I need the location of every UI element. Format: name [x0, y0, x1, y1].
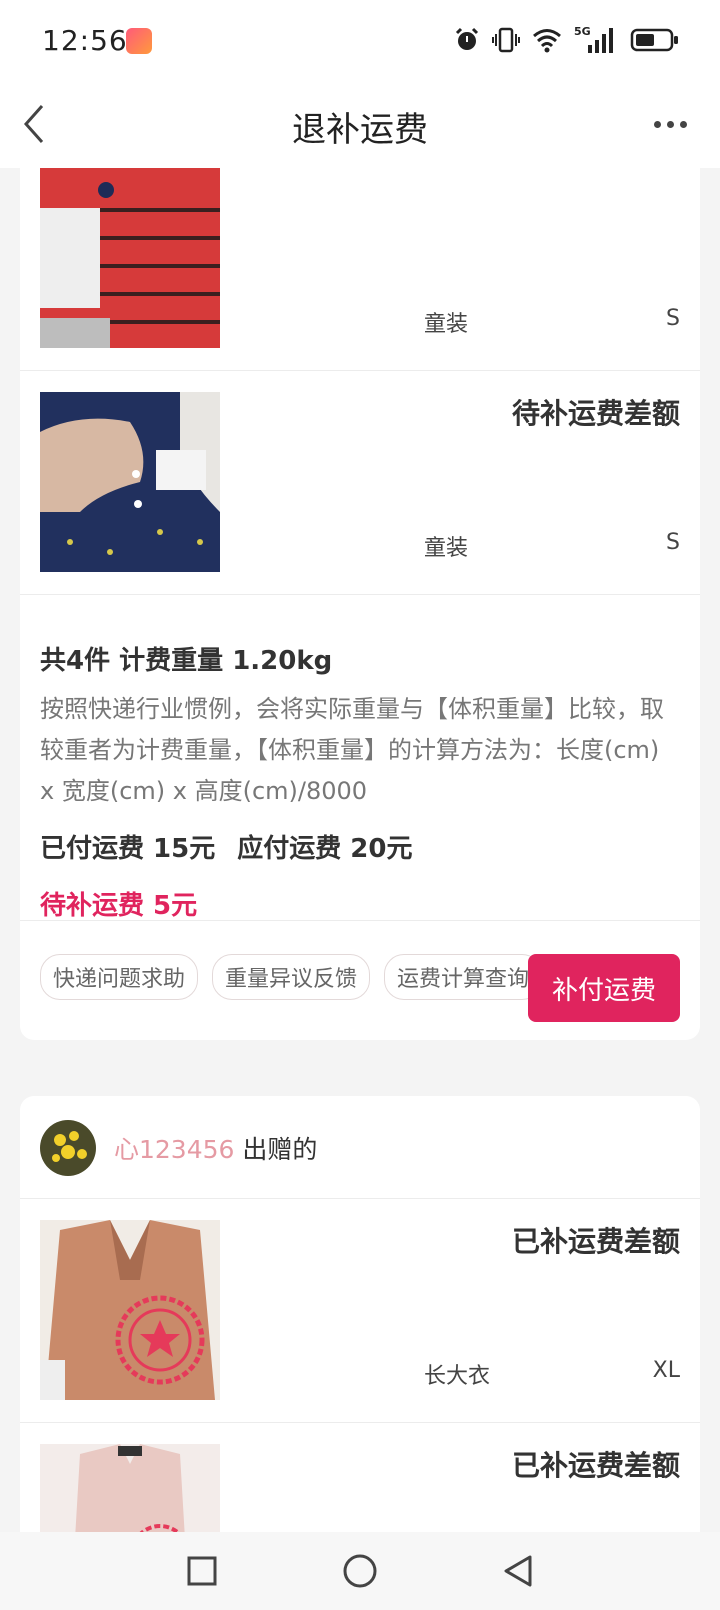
paid-freight: 已付运费 15元 — [40, 834, 216, 864]
recent-apps-icon[interactable] — [184, 1553, 220, 1589]
gift-card: 心123456 出赠的 已补运费差额 长大衣 XL 已补运费差额 — [20, 1096, 700, 1532]
product-image — [40, 1220, 220, 1400]
item-size: S — [666, 306, 680, 331]
freight-amounts: 已付运费 15元 应付运费 20元 — [40, 828, 680, 865]
divider — [20, 920, 700, 921]
status-bar: 12:56 5G — [0, 0, 720, 80]
signal-icon: 5G — [574, 25, 613, 53]
app-notification-icon — [126, 28, 152, 54]
nav-bar: 退补运费 — [0, 80, 720, 168]
giver-suffix: 出赠的 — [234, 1135, 318, 1164]
tag-freight-query[interactable]: 运费计算查询 — [384, 954, 543, 1000]
giver-row[interactable]: 心123456 出赠的 — [20, 1096, 700, 1199]
item-category: 童装 — [424, 312, 469, 337]
freight-summary: 共4件 计费重量 1.20kg 按照快递行业惯例，会将实际重量与【体积重量】比较… — [40, 600, 680, 1000]
pay-freight-button[interactable]: 补付运费 — [528, 954, 680, 1022]
summary-description: 按照快递行业惯例，会将实际重量与【体积重量】比较，取较重者为计费重量，【体积重量… — [40, 695, 664, 805]
giver-label: 心123456 出赠的 — [114, 1130, 317, 1166]
list-item[interactable]: 已补运费差额 — [20, 1424, 700, 1532]
payable-freight: 应付运费 20元 — [237, 834, 413, 864]
list-item[interactable]: 童装 S — [20, 168, 700, 371]
item-category: 长大衣 — [424, 1364, 491, 1389]
back-triangle-icon[interactable] — [500, 1553, 536, 1589]
alarm-icon — [455, 27, 479, 50]
item-size: S — [666, 530, 680, 555]
status-icons: 5G — [454, 24, 680, 56]
giver-name[interactable]: 心123456 — [114, 1135, 234, 1164]
network-label: 5G — [574, 25, 591, 38]
item-status: 待补运费差额 — [511, 397, 680, 430]
product-image — [40, 392, 220, 572]
vibrate-icon — [492, 27, 520, 53]
shipment-card: 童装 S 待补运费差额 童装 S 共4件 计费重量 1.20kg 按照快递行业惯… — [20, 168, 700, 1040]
item-category: 童装 — [424, 536, 469, 561]
item-status: 已补运费差额 — [511, 1449, 680, 1482]
list-item[interactable]: 已补运费差额 长大衣 XL — [20, 1200, 700, 1423]
status-time: 12:56 — [42, 24, 128, 57]
item-size: XL — [652, 1358, 680, 1383]
battery-icon — [630, 28, 678, 52]
due-freight: 待补运费 5元 — [40, 891, 198, 921]
list-item[interactable]: 待补运费差额 童装 S — [20, 372, 700, 595]
wifi-icon — [533, 29, 561, 53]
product-image — [40, 168, 220, 348]
home-icon[interactable] — [340, 1551, 380, 1591]
avatar — [40, 1120, 96, 1176]
system-nav-bar — [0, 1532, 720, 1610]
content-scroll[interactable]: 童装 S 待补运费差额 童装 S 共4件 计费重量 1.20kg 按照快递行业惯… — [0, 168, 720, 1532]
item-status: 已补运费差额 — [511, 1225, 680, 1258]
summary-title: 共4件 计费重量 1.20kg — [40, 646, 333, 676]
more-dot-icon — [679, 120, 687, 128]
tag-express-help[interactable]: 快递问题求助 — [40, 954, 199, 1000]
more-dot-icon — [666, 120, 674, 128]
page-title: 退补运费 — [292, 110, 428, 150]
product-image — [40, 1444, 220, 1532]
more-dot-icon — [653, 120, 661, 128]
tag-weight-dispute[interactable]: 重量异议反馈 — [212, 954, 371, 1000]
more-options-button[interactable] — [648, 108, 692, 140]
